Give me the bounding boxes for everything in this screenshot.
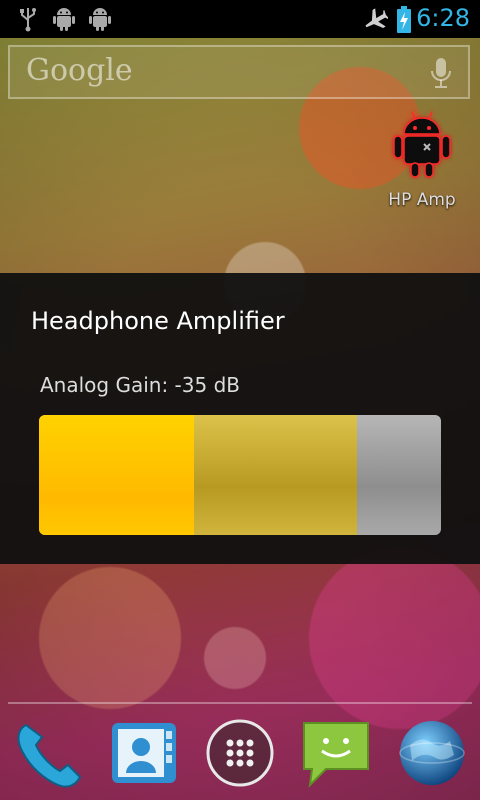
browser-icon[interactable] xyxy=(392,715,472,791)
android-robot-icon xyxy=(390,111,454,184)
hp-amp-shortcut[interactable]: HP Amp xyxy=(382,108,462,210)
messaging-icon[interactable] xyxy=(296,715,376,791)
airplane-mode-icon xyxy=(362,8,390,36)
gain-slider-limit-segment xyxy=(193,415,357,535)
android-debug-icon xyxy=(88,6,112,36)
search-logo: Google xyxy=(26,53,133,88)
status-bar: 6:28 xyxy=(0,0,480,38)
status-clock: 6:28 xyxy=(416,4,470,32)
search-bar[interactable]: Google xyxy=(8,45,470,99)
dock-divider xyxy=(8,702,472,704)
phone-icon[interactable] xyxy=(8,715,88,791)
usb-icon xyxy=(16,6,40,36)
battery-charging-icon xyxy=(396,6,412,38)
dialog-title: Headphone Amplifier xyxy=(31,307,285,335)
android-debug-icon xyxy=(52,6,76,36)
analog-gain-label: Analog Gain: -35 dB xyxy=(40,373,240,397)
gain-slider-level-fill xyxy=(39,415,194,535)
contacts-icon[interactable] xyxy=(104,715,184,791)
gain-slider[interactable] xyxy=(39,415,441,535)
app-drawer-icon[interactable] xyxy=(200,715,280,791)
headphone-amplifier-dialog: Headphone Amplifier Analog Gain: -35 dB xyxy=(0,273,480,564)
mic-icon[interactable] xyxy=(430,57,452,93)
shortcut-label: HP Amp xyxy=(388,190,456,210)
